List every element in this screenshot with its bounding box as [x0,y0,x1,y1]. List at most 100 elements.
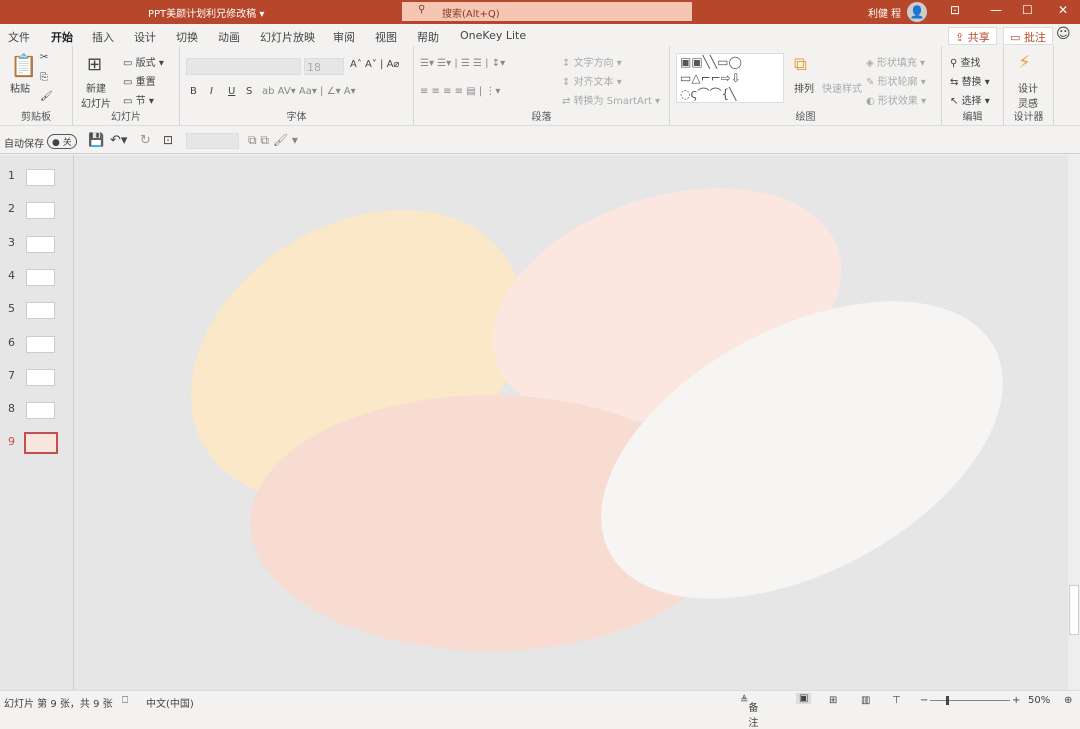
shape-fill-button[interactable]: ◈ 形状填充 ▾ [866,54,925,69]
section-button[interactable]: ▭ 节 ▾ [123,92,154,107]
tab-file[interactable]: 文件 [8,29,30,45]
slide-thumbnail[interactable] [26,268,55,286]
zoom-in-button[interactable]: + [1012,695,1020,706]
select-label: 选择 [961,96,982,107]
tab-onekey[interactable]: OneKey Lite [460,29,526,42]
new-slide-icon[interactable]: ⊞ [87,54,102,75]
normal-view-icon[interactable]: ▣ [796,693,812,704]
tab-slideshow[interactable]: 幻灯片放映 [260,29,315,45]
tab-design[interactable]: 设计 [134,29,156,45]
presentation-icon[interactable]: ⊡ [163,133,173,147]
redo-icon[interactable]: ↻ [140,133,151,148]
ribbon-tabs: 文件 开始 插入 设计 切换 动画 幻灯片放映 审阅 视图 帮助 OneKey … [0,24,1080,49]
paste-button[interactable]: 粘贴 [10,80,30,95]
reading-view-icon[interactable]: ▥ [861,695,870,706]
bold-button[interactable]: B [190,86,197,97]
smartart-button[interactable]: ⇄ 转换为 SmartArt ▾ [562,92,660,107]
shape-effects-button[interactable]: ◐ 形状效果 ▾ [866,92,926,107]
layout-button[interactable]: ▭ 版式 ▾ [123,54,164,69]
maximize-button[interactable]: ☐ [1022,3,1033,17]
select-button[interactable]: ↖ 选择 ▾ [950,92,990,107]
align-text-button[interactable]: ⇕ 对齐文本 ▾ [562,73,622,88]
close-button[interactable]: ✕ [1058,3,1068,17]
cut-icon[interactable]: ✂ [40,52,48,63]
drawing-label: 绘图 [795,112,816,123]
document-title[interactable]: PPT美颜计划利兄修改稿 ▾ [148,5,264,20]
font-extra-buttons[interactable]: ab AV▾ Aa▾ | ∠▾ A▾ [262,86,356,97]
comment-button[interactable]: ▭ 批注 [1003,27,1053,45]
slide-number: 2 [8,202,15,216]
quick-styles-button[interactable]: 快速样式 [822,80,862,95]
tab-help[interactable]: 帮助 [417,29,439,45]
slide-thumbnail[interactable] [24,432,58,455]
qat-select[interactable] [186,133,239,149]
slide-number: 4 [8,268,15,282]
tab-review[interactable]: 审阅 [333,29,355,45]
design-ideas-button[interactable]: 设计 灵感 [1018,80,1038,110]
tab-view[interactable]: 视图 [375,29,397,45]
save-icon[interactable]: 💾 [88,133,104,148]
list-buttons[interactable]: ☰▾ ☰▾ | ☰ ☰ | ↕▾ [420,58,505,69]
paragraph-label: 段落 [531,112,552,123]
scroll-thumb[interactable] [1069,585,1079,635]
search-input[interactable]: ⚲ 搜索(Alt+Q) [402,2,692,21]
share-button[interactable]: ⇪ 共享 [948,27,997,45]
shape-outline-button[interactable]: ✎ 形状轮廓 ▾ [866,73,926,88]
vertical-scrollbar[interactable] [1068,155,1080,690]
slide-thumbnail[interactable] [26,302,55,320]
feedback-smiley-icon[interactable]: ☺ [1056,26,1071,42]
new-slide-button[interactable]: 新建 幻灯片 [81,80,111,110]
ribbon-display-icon[interactable]: ⊡ [950,3,960,17]
notes-label: 备注 [748,703,759,729]
align-buttons[interactable]: ≡ ≡ ≡ ≡ ▤ | ⋮▾ [420,86,500,97]
underline-button[interactable]: U [228,86,235,97]
accessibility-icon[interactable]: ⎕ [122,695,128,706]
zoom-out-button[interactable]: − [920,695,928,706]
zoom-level[interactable]: 50% [1028,695,1050,706]
copy-icon[interactable]: ⎘ [40,72,48,83]
user-name[interactable]: 利健 程 [868,5,901,20]
notes-button[interactable]: ≜ 备注 [740,695,758,729]
tab-insert[interactable]: 插入 [92,29,114,45]
font-group: 18 A˄ A˅ | A⌀ B I U S ab AV▾ Aa▾ | ∠▾ A▾… [180,46,414,126]
slide-thumbnail[interactable] [26,335,55,353]
zoom-slider[interactable] [930,696,1010,705]
tab-transitions[interactable]: 切换 [176,29,198,45]
design-ideas-icon[interactable]: ⚡ [1018,52,1031,73]
arrange-button[interactable]: 排列 [794,80,814,95]
qat-more-icons[interactable]: ⧉ ⧉ 🖌 ▾ [248,133,298,148]
minimize-button[interactable]: — [990,3,1002,17]
zoom-slider-thumb[interactable] [946,696,949,705]
slide-sorter-icon[interactable]: ⊞ [829,695,837,706]
paste-icon[interactable]: 📋 [10,54,37,79]
slide-canvas[interactable] [75,155,1068,690]
replace-button[interactable]: ⇆ 替换 ▾ [950,73,990,88]
slide-thumbnails-panel: 1 2 3 4 5 6 7 8 9 [0,155,74,690]
slide-thumbnail[interactable] [26,235,55,253]
language-indicator[interactable]: 中文(中国) [146,695,194,710]
slide-thumbnail[interactable] [26,368,55,386]
slide-number: 9 [8,435,15,449]
font-size-buttons[interactable]: A˄ A˅ | A⌀ [350,59,399,70]
fit-to-window-icon[interactable]: ⊕ [1064,695,1072,706]
text-direction-button[interactable]: ↕ 文字方向 ▾ [562,54,622,69]
reset-button[interactable]: ▭ 重置 [123,73,156,88]
replace-label: 替换 [961,77,982,88]
slide-thumbnail[interactable] [26,202,55,220]
tab-animations[interactable]: 动画 [218,29,240,45]
slide-thumbnail[interactable] [26,169,55,186]
main-area: 1 2 3 4 5 6 7 8 9 [0,155,1080,690]
arrange-icon[interactable]: ⧉ [794,54,807,75]
slideshow-icon[interactable]: ⊤ [892,695,901,706]
find-button[interactable]: ⚲ 查找 [950,54,981,69]
font-name-select[interactable] [186,58,301,75]
undo-icon[interactable]: ↶▾ [110,133,127,148]
format-painter-icon[interactable]: 🖌 [40,91,53,102]
shadow-button[interactable]: S [246,86,252,97]
shapes-gallery[interactable]: ▣▣╲╲▭◯ ▭△⌐⌐⇨⇩ ◌ς⌒⌒{╲ [676,53,784,103]
font-size-select[interactable]: 18 [304,58,344,75]
autosave-toggle[interactable]: ● 关 [47,134,77,149]
avatar[interactable]: 👤 [907,2,927,22]
slide-thumbnail[interactable] [26,402,55,420]
italic-button[interactable]: I [210,86,213,97]
